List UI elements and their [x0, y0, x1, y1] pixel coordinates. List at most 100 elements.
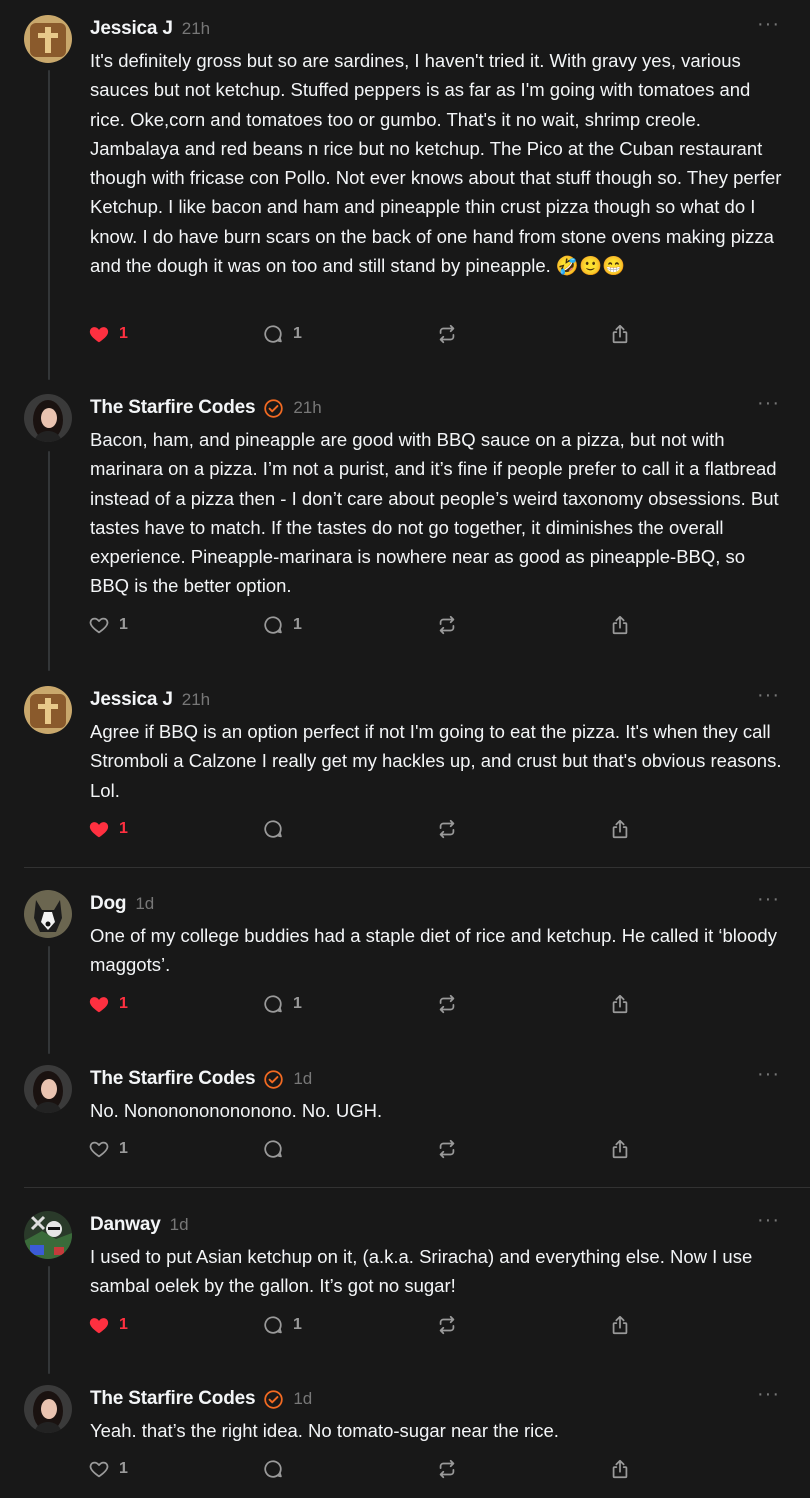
post-text: Agree if BBQ is an option perfect if not… [90, 721, 787, 801]
post: The Starfire Codes 1d ··· No. Nonononono… [0, 1064, 810, 1175]
post-time[interactable]: 21h [182, 690, 210, 710]
post-time[interactable]: 1d [135, 894, 154, 914]
share-icon [612, 1315, 628, 1335]
avatar[interactable] [24, 1211, 72, 1259]
reply-count: 1 [293, 1316, 302, 1333]
author-name[interactable]: Jessica J [90, 18, 173, 40]
more-options-icon[interactable]: ··· [757, 1384, 780, 1404]
reply-count: 1 [293, 995, 302, 1012]
post-text: It's definitely gross but so are sardine… [90, 50, 787, 277]
more-options-icon[interactable]: ··· [757, 1210, 780, 1230]
avatar[interactable] [24, 1065, 72, 1113]
woman-avatar-icon [24, 394, 72, 442]
like-button[interactable]: 1 [88, 1312, 128, 1338]
repost-button[interactable] [436, 1312, 458, 1338]
woman-avatar-icon [24, 1385, 72, 1433]
author-name[interactable]: Dog [90, 893, 127, 915]
dog-avatar-icon [24, 890, 72, 938]
reply-button[interactable] [262, 1456, 284, 1482]
heart-filled-icon [89, 822, 109, 838]
more-options-icon[interactable]: ··· [757, 14, 780, 34]
repost-icon [439, 324, 455, 344]
repost-icon [439, 994, 455, 1014]
avatar[interactable] [24, 15, 72, 63]
verified-badge-icon [264, 1389, 284, 1409]
post-time[interactable]: 21h [293, 398, 321, 418]
like-button[interactable]: 1 [88, 816, 128, 842]
heart-outline-icon [89, 1141, 109, 1158]
like-count: 1 [119, 995, 128, 1012]
heart-filled-icon [89, 327, 109, 343]
repost-button[interactable] [436, 816, 458, 842]
like-button[interactable]: 1 [88, 991, 128, 1017]
comment-icon [264, 1140, 282, 1158]
like-count: 1 [119, 1140, 128, 1157]
post: The Starfire Codes 21h ··· Bacon, ham, a… [0, 393, 810, 654]
repost-icon [439, 1315, 455, 1335]
like-count: 1 [119, 1316, 128, 1333]
share-button[interactable] [609, 1456, 631, 1482]
repost-icon [439, 1139, 455, 1159]
reply-button[interactable]: 1 [262, 1312, 302, 1338]
share-button[interactable] [609, 1312, 631, 1338]
share-button[interactable] [609, 321, 631, 347]
more-options-icon[interactable]: ··· [757, 1064, 780, 1084]
share-icon [612, 324, 628, 344]
repost-button[interactable] [436, 991, 458, 1017]
share-button[interactable] [609, 991, 631, 1017]
post-time[interactable]: 1d [170, 1215, 189, 1235]
like-count: 1 [119, 325, 128, 342]
like-button[interactable]: 1 [88, 321, 128, 347]
author-name[interactable]: Jessica J [90, 689, 173, 711]
avatar[interactable] [24, 1385, 72, 1433]
author-name[interactable]: The Starfire Codes [90, 1068, 256, 1090]
reply-button[interactable] [262, 1136, 284, 1162]
author-name[interactable]: The Starfire Codes [90, 397, 256, 419]
share-button[interactable] [609, 816, 631, 842]
post-text: One of my college buddies had a staple d… [90, 925, 783, 976]
author-name[interactable]: Danway [90, 1214, 161, 1236]
like-button[interactable]: 1 [88, 1456, 128, 1482]
post-time[interactable]: 1d [293, 1389, 312, 1409]
share-icon [612, 819, 628, 839]
reply-button[interactable] [262, 816, 284, 842]
post-time[interactable]: 21h [182, 19, 210, 39]
author-name[interactable]: The Starfire Codes [90, 1388, 256, 1410]
share-icon [612, 615, 628, 635]
post-time[interactable]: 1d [293, 1069, 312, 1089]
repost-button[interactable] [436, 612, 458, 638]
avatar[interactable] [24, 394, 72, 442]
avatar[interactable] [24, 686, 72, 734]
verified-badge-icon [264, 398, 284, 418]
repost-button[interactable] [436, 321, 458, 347]
divider [24, 1187, 810, 1188]
comment-icon [264, 820, 282, 838]
share-button[interactable] [609, 612, 631, 638]
reply-button[interactable]: 1 [262, 321, 302, 347]
more-options-icon[interactable]: ··· [757, 889, 780, 909]
post: Jessica J 21h ··· It's definitely gross … [0, 14, 810, 355]
more-options-icon[interactable]: ··· [757, 393, 780, 413]
share-button[interactable] [609, 1136, 631, 1162]
more-options-icon[interactable]: ··· [757, 685, 780, 705]
like-button[interactable]: 1 [88, 612, 128, 638]
reply-count: 1 [293, 325, 302, 342]
post-text: I used to put Asian ketchup on it, (a.k.… [90, 1246, 758, 1297]
share-icon [612, 994, 628, 1014]
repost-button[interactable] [436, 1456, 458, 1482]
post-text: Bacon, ham, and pineapple are good with … [90, 429, 784, 597]
post-text: No. Nononononononono. No. UGH. [90, 1100, 383, 1121]
avatar[interactable] [24, 890, 72, 938]
post: Dog 1d ··· One of my college buddies had… [0, 889, 810, 1030]
heart-filled-icon [89, 997, 109, 1013]
cross-avatar-icon [24, 15, 72, 63]
like-button[interactable]: 1 [88, 1136, 128, 1162]
repost-button[interactable] [436, 1136, 458, 1162]
reply-button[interactable]: 1 [262, 991, 302, 1017]
cross-avatar-icon [24, 686, 72, 734]
share-icon [612, 1139, 628, 1159]
repost-icon [439, 615, 455, 635]
post: Jessica J 21h ··· Agree if BBQ is an opt… [0, 685, 810, 856]
reply-button[interactable]: 1 [262, 612, 302, 638]
repost-icon [439, 1459, 455, 1479]
